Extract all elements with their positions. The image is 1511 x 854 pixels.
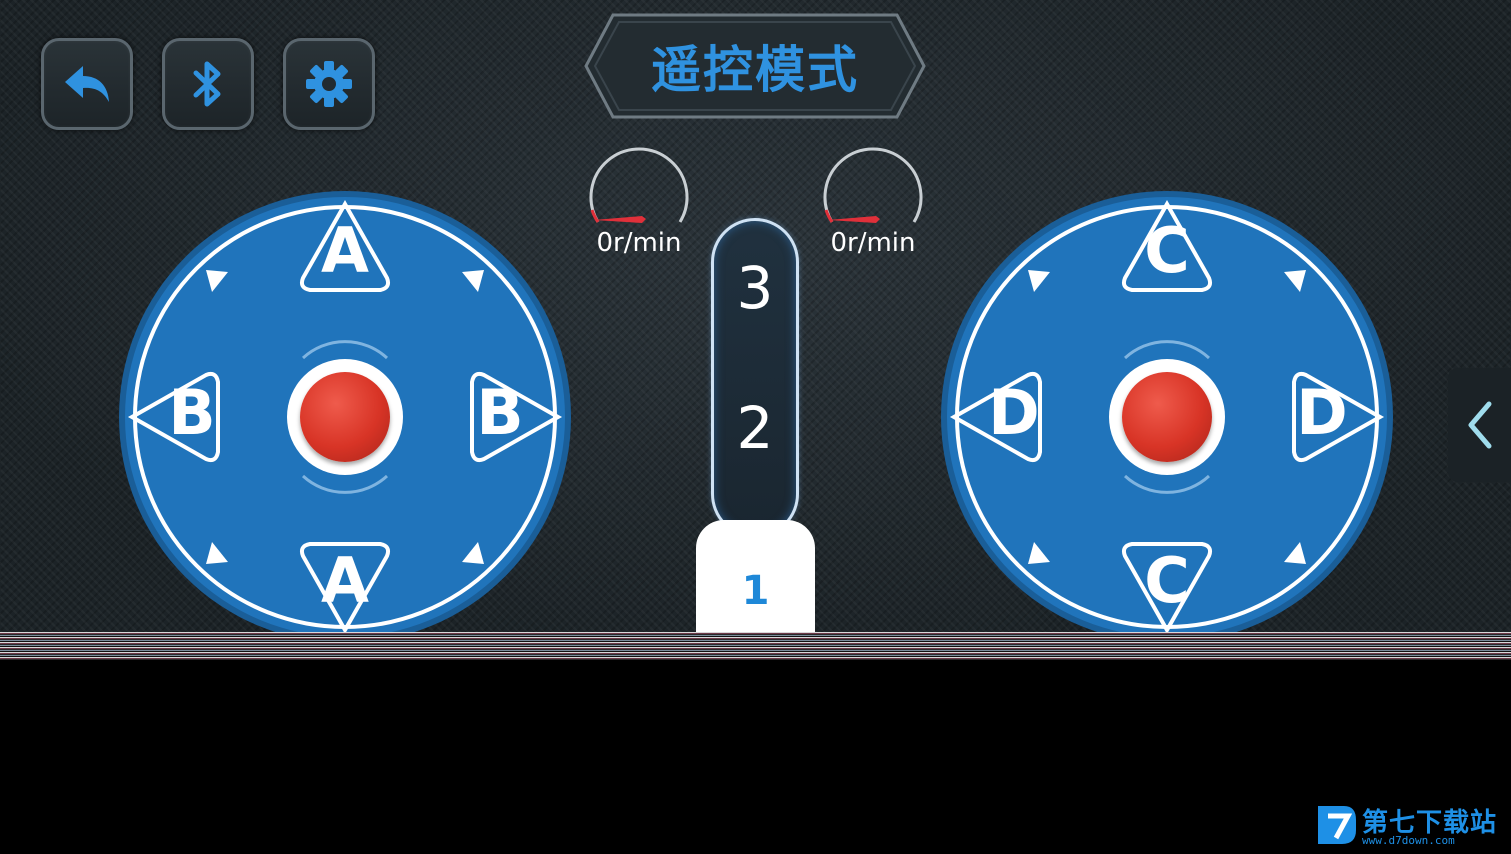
pad-b-left-button[interactable]: B (152, 372, 232, 452)
right-direction-pad[interactable]: C C D D (940, 190, 1394, 632)
gear-3-option[interactable]: 3 (711, 254, 799, 322)
selected-gear-label: 1 (741, 568, 770, 614)
gear-2-option[interactable]: 2 (711, 394, 799, 462)
pad-d-right-button[interactable]: D (1282, 372, 1362, 452)
pad-c-down-button[interactable]: C (1127, 540, 1207, 620)
right-speed-gauge: 0r/min (818, 140, 928, 270)
d7-logo-icon (1318, 806, 1356, 844)
screen-artifact-stripes (0, 632, 1511, 660)
left-speed-gauge: 0r/min (584, 140, 694, 270)
gear-icon (306, 61, 352, 107)
gauge-needle (594, 216, 646, 223)
bluetooth-icon (193, 61, 221, 107)
bluetooth-button[interactable] (162, 38, 254, 130)
side-drawer-toggle[interactable] (1448, 368, 1511, 482)
back-arrow-icon (65, 66, 109, 102)
pad-c-up-button[interactable]: C (1127, 210, 1207, 290)
right-gauge-value: 0r/min (830, 228, 916, 258)
watermark-url: www.d7down.com (1362, 834, 1455, 847)
pad-a-up-button[interactable]: A (305, 210, 385, 290)
settings-button[interactable] (283, 38, 375, 130)
mode-title-plate: 遥控模式 (583, 12, 927, 120)
pad-d-left-button[interactable]: D (974, 372, 1054, 452)
back-button[interactable] (41, 38, 133, 130)
pad-b-right-button[interactable]: B (460, 372, 540, 452)
left-gauge-value: 0r/min (596, 228, 682, 258)
left-direction-pad[interactable]: A A B B (118, 190, 572, 632)
left-center-button[interactable] (287, 359, 403, 475)
pad-a-down-button[interactable]: A (305, 540, 385, 620)
remote-control-screen: 遥控模式 0r/min 0r/min A A B B C C D D 3 2 1 (0, 0, 1511, 632)
right-center-button[interactable] (1109, 359, 1225, 475)
site-watermark: 第七下载站 www.d7down.com (1314, 800, 1509, 850)
page-title: 遥控模式 (651, 41, 859, 99)
gauge-needle (828, 216, 880, 223)
gear-shifter-knob[interactable]: 1 (696, 520, 815, 632)
chevron-left-icon (1468, 401, 1491, 449)
